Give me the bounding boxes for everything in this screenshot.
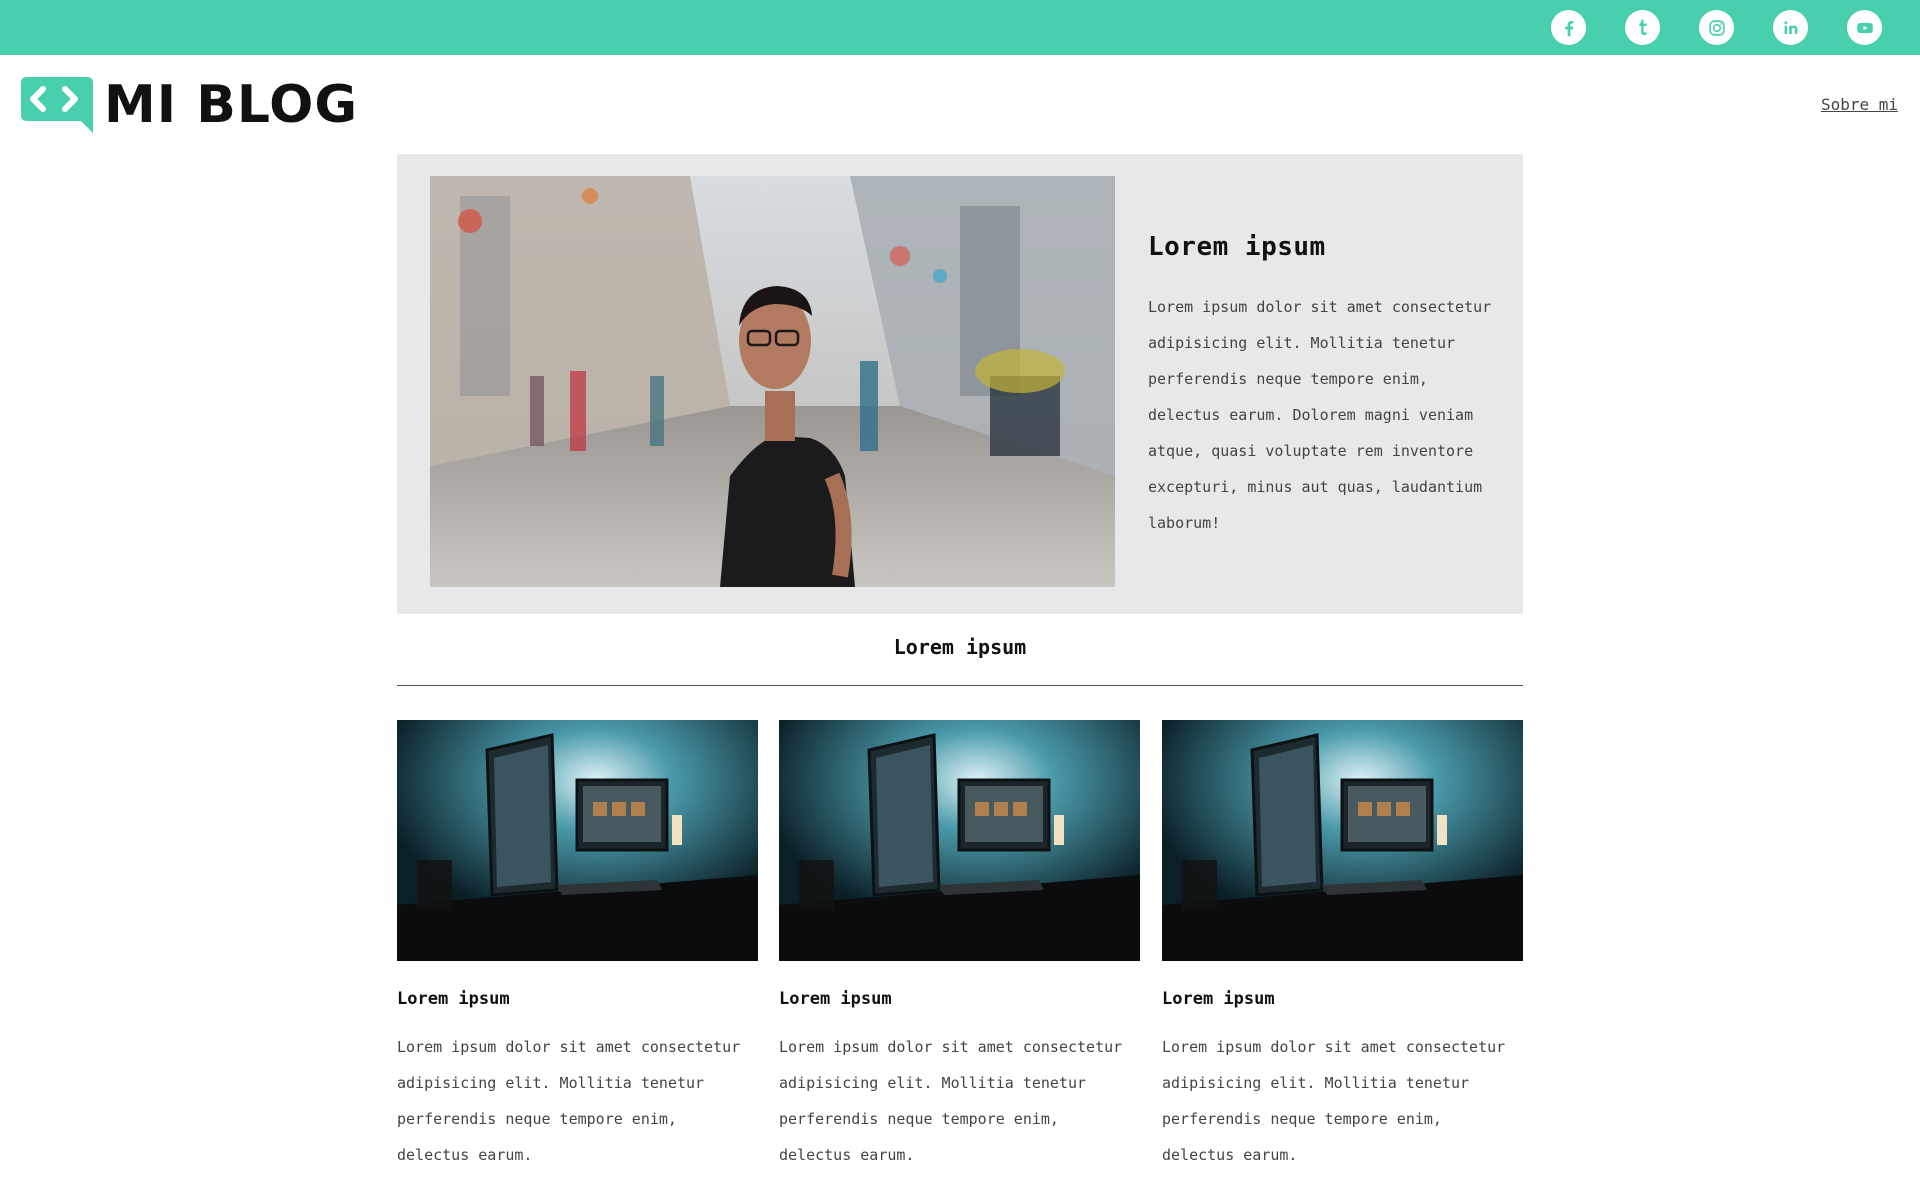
post-card-title[interactable]: Lorem ipsum [779, 989, 1140, 1009]
post-card: Lorem ipsum Lorem ipsum dolor sit amet c… [1162, 720, 1523, 1173]
logo-text[interactable]: MI BLOG [104, 73, 358, 137]
top-bar [0, 0, 1920, 55]
post-card-title[interactable]: Lorem ipsum [1162, 989, 1523, 1009]
section-divider [397, 685, 1523, 686]
post-card-excerpt: Lorem ipsum dolor sit amet consectetur a… [397, 1038, 741, 1164]
post-card-title[interactable]: Lorem ipsum [397, 989, 758, 1009]
instagram-icon[interactable] [1699, 10, 1734, 45]
tumblr-icon[interactable] [1625, 10, 1660, 45]
site-header: MI BLOG Sobre mi [0, 55, 1920, 155]
hero-image[interactable] [430, 176, 1115, 587]
hero-featured-post: Lorem ipsum Lorem ipsum dolor sit amet c… [397, 154, 1523, 614]
post-card-image[interactable] [779, 720, 1140, 961]
facebook-icon[interactable] [1551, 10, 1586, 45]
logo-icon[interactable] [21, 77, 93, 133]
post-card-image[interactable] [397, 720, 758, 961]
post-card-image[interactable] [1162, 720, 1523, 961]
post-card-excerpt: Lorem ipsum dolor sit amet consectetur a… [779, 1038, 1123, 1164]
section-title: Lorem ipsum [893, 635, 1027, 659]
youtube-icon[interactable] [1847, 10, 1882, 45]
hero-title[interactable]: Lorem ipsum [1148, 232, 1326, 262]
nav-link-sobre-mi[interactable]: Sobre mi [1821, 95, 1898, 114]
hero-excerpt: Lorem ipsum dolor sit amet consectetur a… [1148, 298, 1492, 532]
linkedin-icon[interactable] [1773, 10, 1808, 45]
post-card: Lorem ipsum Lorem ipsum dolor sit amet c… [397, 720, 758, 1173]
post-card-excerpt: Lorem ipsum dolor sit amet consectetur a… [1162, 1038, 1506, 1164]
post-card: Lorem ipsum Lorem ipsum dolor sit amet c… [779, 720, 1140, 1173]
